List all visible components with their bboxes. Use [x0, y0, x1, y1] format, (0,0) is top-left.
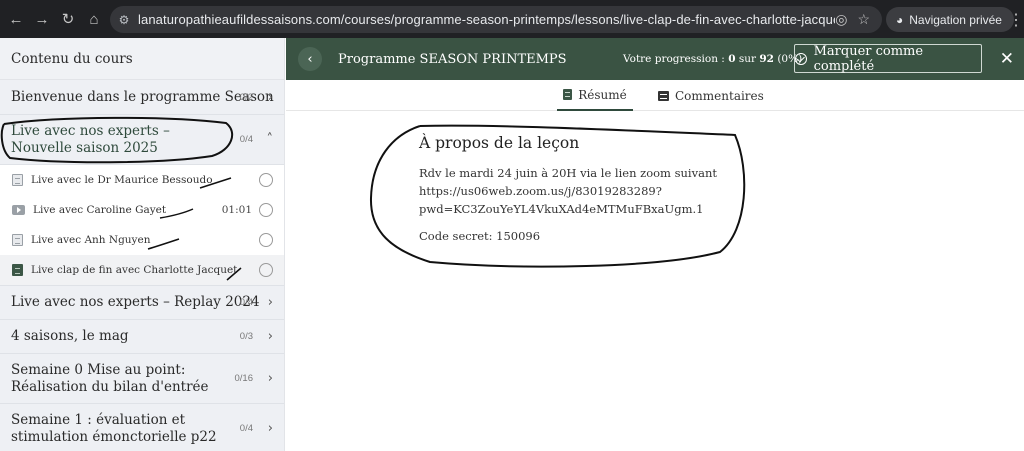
- document-icon: [12, 264, 23, 276]
- progress-done: 0: [728, 53, 736, 65]
- section-title: Live avec nos experts – Replay 2024: [11, 294, 260, 310]
- chevron-right-icon: ›: [267, 421, 273, 436]
- lesson-topbar: ‹ Programme SEASON PRINTEMPS Votre progr…: [286, 38, 1024, 80]
- section-count: 0/4: [239, 134, 253, 145]
- chevron-right-icon: ›: [267, 329, 273, 344]
- lesson-item[interactable]: Live avec le Dr Maurice Bessoudo: [0, 165, 284, 195]
- lesson-title: Live avec Anh Nguyen: [31, 234, 151, 246]
- mark-complete-button[interactable]: Marquer comme complété: [794, 43, 982, 74]
- section-semaine-0[interactable]: Semaine 0 Mise au point: Réalisation du …: [0, 354, 284, 404]
- chevron-right-icon: ›: [267, 371, 273, 386]
- section-title: Semaine 0 Mise au point: Réalisation du …: [11, 361, 209, 395]
- completion-circle-icon[interactable]: [259, 203, 273, 217]
- lesson-item[interactable]: Live avec Caroline Gayet 01:01: [0, 195, 284, 225]
- lesson-title: Live avec Caroline Gayet: [33, 204, 167, 216]
- bookmark-star-icon[interactable]: ☆: [857, 11, 870, 28]
- section-count: 0/4: [239, 297, 253, 308]
- mark-complete-label: Marquer comme complété: [813, 43, 924, 74]
- reload-icon[interactable]: ↻: [56, 7, 80, 31]
- section-count: 0/4: [239, 423, 253, 434]
- section-count: 0/3: [239, 331, 253, 342]
- chevron-up-icon: ˄: [266, 132, 274, 147]
- section-semaine-1[interactable]: Semaine 1 : évaluation et stimulation ém…: [0, 404, 284, 451]
- site-settings-icon[interactable]: ⚙: [110, 13, 138, 27]
- progress-total: 92: [759, 53, 774, 65]
- program-title: Programme SEASON PRINTEMPS: [338, 51, 567, 67]
- section-title: Semaine 1 : évaluation et stimulation ém…: [11, 411, 217, 445]
- progress-sep: sur: [738, 53, 757, 65]
- private-label: Navigation privée: [909, 12, 1002, 27]
- tab-resume-label: Résumé: [578, 87, 627, 102]
- document-icon: [12, 174, 23, 186]
- tab-comments[interactable]: Commentaires: [658, 80, 764, 111]
- section-title: Live avec nos experts – Nouvelle saison …: [11, 122, 170, 156]
- lesson-tabs: Résumé Commentaires: [286, 80, 1024, 111]
- section-title: 4 saisons, le mag: [11, 328, 129, 344]
- incognito-icon: ◕: [896, 12, 904, 27]
- chevron-right-icon: ›: [267, 295, 273, 310]
- close-icon[interactable]: ✕: [1000, 49, 1014, 69]
- back-arrow-icon[interactable]: ←: [4, 7, 28, 31]
- lesson-description: Rdv le mardi 24 juin à 20H via le lien z…: [419, 166, 717, 216]
- secret-code: Code secret: 150096: [419, 229, 541, 243]
- lesson-title: Live avec le Dr Maurice Bessoudo: [31, 174, 213, 186]
- back-chevron-icon[interactable]: ‹: [298, 47, 322, 71]
- progress-prefix: Votre progression :: [623, 53, 725, 65]
- comment-icon: [658, 90, 669, 101]
- lesson-duration: 01:01: [221, 204, 252, 216]
- eye-off-icon[interactable]: ◎: [835, 11, 847, 28]
- section-live-2025[interactable]: Live avec nos experts – Nouvelle saison …: [0, 115, 284, 165]
- private-browsing-badge[interactable]: ◕ Navigation privée: [886, 7, 1014, 32]
- lesson-content: À propos de la leçon Rdv le mardi 24 jui…: [419, 134, 739, 243]
- lesson-heading: À propos de la leçon: [419, 134, 580, 152]
- tab-resume[interactable]: Résumé: [557, 80, 633, 111]
- course-sidebar: Contenu du cours Bienvenue dans le progr…: [0, 38, 285, 451]
- completion-circle-icon[interactable]: [259, 173, 273, 187]
- more-menu-icon[interactable]: ⋮: [1008, 10, 1024, 30]
- lesson-item-active[interactable]: Live clap de fin avec Charlotte Jacquet: [0, 255, 284, 285]
- tab-comments-label: Commentaires: [675, 88, 764, 103]
- sidebar-header: Contenu du cours: [0, 38, 284, 80]
- lesson-title: Live clap de fin avec Charlotte Jacquet: [31, 264, 238, 276]
- url-text[interactable]: lanaturopathieaufildessaisons.com/course…: [138, 12, 835, 27]
- video-icon: [12, 205, 25, 215]
- forward-arrow-icon[interactable]: →: [30, 7, 54, 31]
- section-title: Bienvenue dans le programme Season: [11, 88, 274, 105]
- browser-toolbar: ← → ↻ ⌂ ⚙ lanaturopathieaufildessaisons.…: [0, 0, 1024, 38]
- completion-circle-icon[interactable]: [259, 263, 273, 277]
- section-count: 0/2: [239, 91, 253, 103]
- completion-circle-icon[interactable]: [259, 233, 273, 247]
- section-replay-2024[interactable]: Live avec nos experts – Replay 2024 0/4 …: [0, 285, 284, 320]
- address-bar[interactable]: ⚙ lanaturopathieaufildessaisons.com/cour…: [110, 6, 882, 33]
- lesson-item[interactable]: Live avec Anh Nguyen: [0, 225, 284, 255]
- section-count: 0/16: [234, 373, 254, 384]
- progress-text: Votre progression : 0 sur 92 (0%): [623, 53, 802, 65]
- check-circle-icon: [795, 52, 807, 65]
- section-bienvenue[interactable]: Bienvenue dans le programme Season 0/2 ›: [0, 80, 284, 115]
- home-icon[interactable]: ⌂: [82, 7, 106, 31]
- section-mag[interactable]: 4 saisons, le mag 0/3 ›: [0, 320, 284, 354]
- document-icon: [563, 89, 573, 100]
- document-icon: [12, 234, 23, 246]
- chevron-right-icon: ›: [267, 89, 273, 105]
